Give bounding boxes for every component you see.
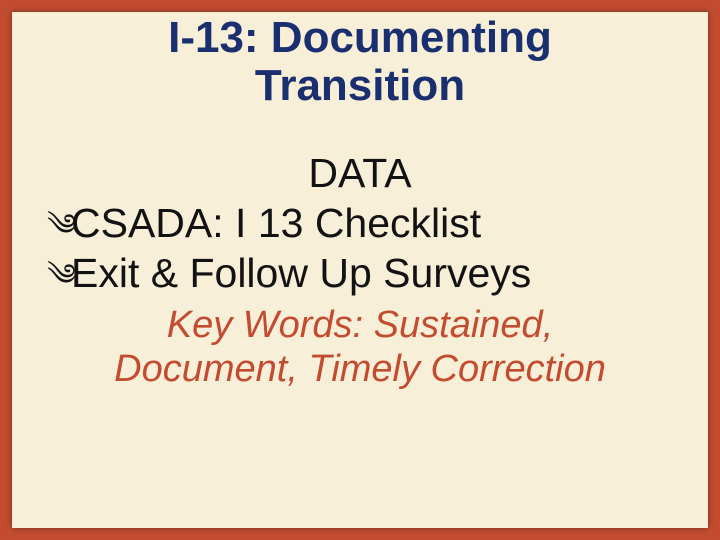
keywords: Key Words: Sustained, Document, Timely C… xyxy=(47,304,673,391)
bullet-text: CSADA: I 13 Checklist xyxy=(71,198,481,248)
bullet-icon: ༄ xyxy=(47,258,83,295)
bullet-icon: ༄ xyxy=(47,208,83,245)
section-heading: DATA xyxy=(47,151,673,196)
title-line-2: Transition xyxy=(255,61,465,110)
keywords-line-1: Key Words: Sustained, xyxy=(167,304,554,346)
keywords-line-2: Document, Timely Correction xyxy=(114,348,606,390)
bullet-text: Exit & Follow Up Surveys xyxy=(71,248,531,298)
list-item: ༄ CSADA: I 13 Checklist xyxy=(47,198,673,248)
list-item: ༄ Exit & Follow Up Surveys xyxy=(47,248,673,298)
title-line-1: I-13: Documenting xyxy=(168,13,552,62)
slide-title: I-13: Documenting Transition xyxy=(47,12,673,151)
bullet-list: ༄ CSADA: I 13 Checklist ༄ Exit & Follow … xyxy=(47,198,673,298)
slide-canvas: I-13: Documenting Transition DATA ༄ CSAD… xyxy=(12,12,708,528)
